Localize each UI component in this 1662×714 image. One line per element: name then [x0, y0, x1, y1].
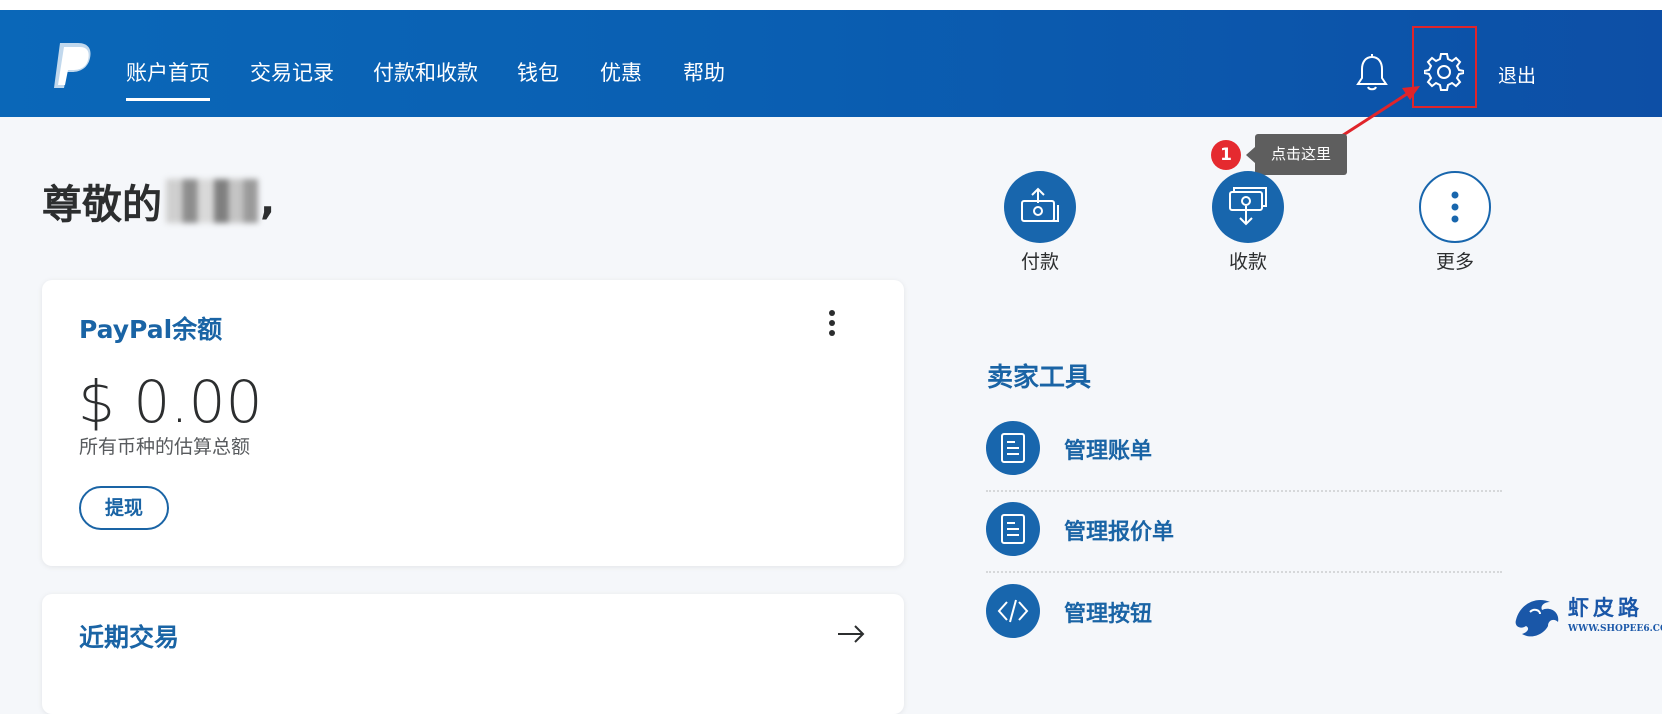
more-actions[interactable]: 更多	[1405, 171, 1505, 274]
balance-card-title[interactable]: PayPal余额	[79, 310, 222, 346]
withdraw-button[interactable]: 提现	[79, 486, 169, 530]
more-icon	[1419, 171, 1491, 243]
recent-activity-title[interactable]: 近期交易	[79, 618, 179, 654]
manage-invoices-link[interactable]: 管理账单	[986, 421, 1502, 501]
invoice-icon	[986, 421, 1040, 475]
site-watermark: 虾皮路 WWW.SHOPEE6.COM	[1510, 590, 1662, 646]
redacted-username	[166, 179, 258, 223]
request-money-icon	[1212, 171, 1284, 243]
manage-buttons-label: 管理按钮	[1064, 602, 1153, 627]
recent-activity-card: 近期交易	[42, 594, 904, 714]
step-number-badge: 1	[1211, 140, 1241, 170]
dragon-logo-icon	[1515, 600, 1559, 637]
watermark-text: 虾皮路	[1568, 596, 1643, 620]
balance-subtitle: 所有币种的估算总额	[79, 436, 251, 458]
nav-offers[interactable]: 优惠	[600, 60, 642, 86]
balance-amount: $ 0.00	[78, 368, 263, 436]
greeting-heading: 尊敬的 ,	[42, 172, 275, 230]
tool-divider	[986, 490, 1502, 492]
nav-pay-and-get-paid[interactable]: 付款和收款	[373, 60, 478, 86]
click-here-tooltip: 点击这里	[1246, 134, 1347, 175]
nav-account-home[interactable]: 账户首页	[126, 60, 210, 101]
seller-tools-title: 卖家工具	[987, 363, 1092, 393]
nav-wallet[interactable]: 钱包	[517, 60, 559, 86]
request-money-action[interactable]: 收款	[1198, 171, 1298, 274]
greeting-prefix: 尊敬的	[42, 182, 162, 228]
manage-quotes-link[interactable]: 管理报价单	[986, 502, 1502, 582]
balance-options-icon[interactable]	[826, 310, 838, 342]
manage-invoices-label: 管理账单	[1064, 439, 1153, 464]
manage-buttons-link[interactable]: 管理按钮	[986, 584, 1502, 664]
nav-help[interactable]: 帮助	[683, 60, 725, 86]
watermark-url: WWW.SHOPEE6.COM	[1568, 624, 1662, 634]
nav-activity[interactable]: 交易记录	[250, 60, 334, 86]
code-icon	[986, 584, 1040, 638]
paypal-balance-card: PayPal余额 $ 0.00 所有币种的估算总额 提现	[42, 280, 904, 566]
send-money-label: 付款	[1020, 251, 1059, 273]
manage-quotes-label: 管理报价单	[1064, 520, 1175, 545]
send-money-icon	[1004, 171, 1076, 243]
tool-divider	[986, 571, 1502, 573]
paypal-logo-icon[interactable]	[50, 41, 94, 91]
logout-link[interactable]: 退出	[1498, 61, 1536, 88]
request-money-label: 收款	[1228, 251, 1267, 273]
send-money-action[interactable]: 付款	[990, 171, 1090, 274]
more-label: 更多	[1435, 251, 1474, 273]
greeting-suffix: ,	[260, 178, 276, 224]
arrow-right-icon[interactable]	[836, 624, 866, 644]
quote-icon	[986, 502, 1040, 556]
top-white-strip	[0, 0, 1662, 10]
